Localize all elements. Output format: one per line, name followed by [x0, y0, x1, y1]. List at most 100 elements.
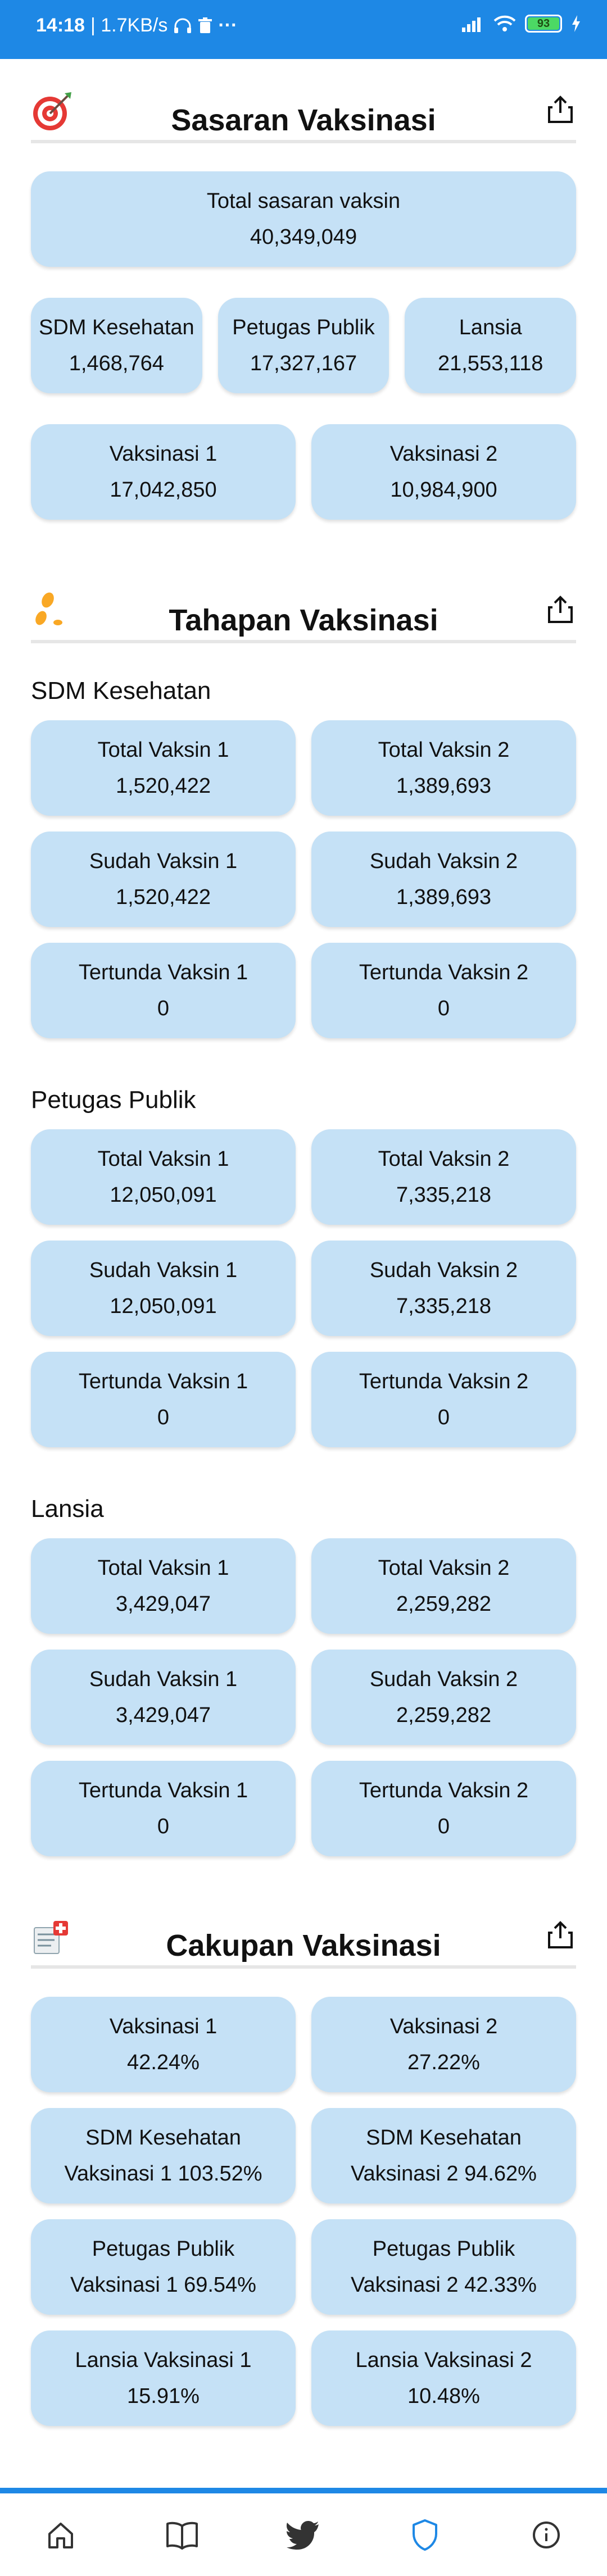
main-content: Sasaran Vaksinasi Total sasaran vaksin 4…: [0, 59, 607, 2426]
nav-twitter[interactable]: [275, 2507, 332, 2563]
card-label: Vaksinasi 1: [109, 2015, 218, 2038]
card-label: Sudah Vaksin 2: [369, 1668, 518, 1691]
tahapan-card: Total Vaksin 2 2,259,282: [311, 1538, 576, 1634]
card-value: 17,327,167: [250, 352, 357, 375]
sasaran-card: Lansia 21,553,118: [405, 298, 577, 393]
card-label: Total Vaksin 1: [97, 1556, 229, 1580]
card-label: Vaksinasi 1: [109, 442, 218, 466]
sasaran-card: Petugas Publik 17,327,167: [218, 298, 389, 393]
card-label: Tertunda Vaksin 2: [359, 1370, 529, 1393]
card-value: Vaksinasi 2 94.62%: [351, 2162, 537, 2186]
tahapan-card: Sudah Vaksin 2 2,259,282: [311, 1650, 576, 1745]
bottom-nav: [0, 2488, 607, 2576]
card-value: 0: [157, 1406, 170, 1429]
card-label: Tertunda Vaksin 1: [78, 961, 248, 984]
card-value: 2,259,282: [396, 1592, 492, 1616]
tahapan-card: Sudah Vaksin 1 12,050,091: [31, 1241, 296, 1336]
card-label: Tertunda Vaksin 1: [78, 1370, 248, 1393]
card-label: Petugas Publik: [92, 2237, 235, 2261]
card-label: Total Vaksin 1: [97, 1147, 229, 1171]
wifi-icon: [493, 15, 516, 31]
card-label: Total Vaksin 1: [97, 738, 229, 762]
status-right: 93: [462, 15, 581, 33]
tahapan-card: Tertunda Vaksin 1 0: [31, 1761, 296, 1856]
nav-shield[interactable]: [397, 2507, 453, 2563]
card-label: Total Vaksin 2: [378, 1556, 510, 1580]
status-bar: 14:18 | 1.7KB/s ··· 93: [0, 0, 607, 59]
section-header: Tahapan Vaksinasi: [31, 559, 576, 643]
cakupan-card: SDM Kesehatan Vaksinasi 2 94.62%: [311, 2108, 576, 2204]
card-value: 3,429,047: [115, 1592, 211, 1616]
card-label: Sudah Vaksin 1: [89, 1668, 238, 1691]
cakupan-card: Petugas Publik Vaksinasi 1 69.54%: [31, 2219, 296, 2315]
card-label: Lansia: [459, 316, 522, 339]
section-tahapan: Tahapan Vaksinasi SDM Kesehatan Total Va…: [0, 559, 607, 1856]
nav-info[interactable]: [518, 2507, 574, 2563]
card-value: 1,389,693: [396, 885, 492, 909]
tahapan-card: Tertunda Vaksin 2 0: [311, 1761, 576, 1856]
card-value: 7,335,218: [396, 1183, 492, 1207]
tahapan-card: Sudah Vaksin 1 3,429,047: [31, 1650, 296, 1745]
card-label: Lansia Vaksinasi 2: [355, 2348, 532, 2372]
share-icon[interactable]: [545, 94, 576, 125]
section-header: Cakupan Vaksinasi: [31, 1884, 576, 1969]
card-value: 10.48%: [407, 2384, 480, 2408]
section-title: Sasaran Vaksinasi: [171, 103, 436, 137]
card-value: 17,042,850: [110, 478, 217, 502]
status-left: 14:18 | 1.7KB/s ···: [36, 15, 237, 37]
card-value: 7,335,218: [396, 1294, 492, 1318]
card-value: 27.22%: [407, 2051, 480, 2074]
cakupan-card: Petugas Publik Vaksinasi 2 42.33%: [311, 2219, 576, 2315]
card-label: Tertunda Vaksin 2: [359, 1779, 529, 1802]
card-value: 21,553,118: [437, 352, 543, 375]
card-value: Vaksinasi 1 103.52%: [64, 2162, 262, 2186]
group-title: Lansia: [31, 1495, 104, 1523]
card-label: Tertunda Vaksin 2: [359, 961, 529, 984]
battery-level: 93: [537, 17, 550, 30]
share-icon[interactable]: [545, 1919, 576, 1951]
sasaran-card: Vaksinasi 1 17,042,850: [31, 424, 296, 520]
twitter-icon: [287, 2520, 319, 2550]
status-time: 14:18: [36, 15, 85, 36]
section-sasaran: Sasaran Vaksinasi Total sasaran vaksin 4…: [0, 59, 607, 520]
signal-icon: [462, 17, 481, 32]
book-icon: [166, 2522, 198, 2550]
card-value: 42.24%: [127, 2051, 200, 2074]
tahapan-card: Sudah Vaksin 2 1,389,693: [311, 832, 576, 927]
charging-icon: [572, 15, 580, 32]
card-label: Sudah Vaksin 1: [89, 1259, 238, 1282]
card-value: 2,259,282: [396, 1703, 492, 1727]
card-value: 12,050,091: [110, 1294, 217, 1318]
home-icon: [48, 2522, 73, 2548]
tahapan-card: Tertunda Vaksin 2 0: [311, 1352, 576, 1447]
tahapan-card: Tertunda Vaksin 2 0: [311, 943, 576, 1038]
status-speed: | 1.7KB/s: [90, 15, 168, 36]
section-title: Cakupan Vaksinasi: [166, 1929, 441, 1962]
tahapan-card: Sudah Vaksin 1 1,520,422: [31, 832, 296, 927]
card-label: SDM Kesehatan: [366, 2126, 522, 2150]
cakupan-card: Lansia Vaksinasi 2 10.48%: [311, 2330, 576, 2426]
status-more: ···: [218, 15, 238, 36]
shield-icon: [413, 2519, 437, 2551]
card-value: 0: [437, 997, 450, 1020]
total-sasaran-card: Total sasaran vaksin 40,349,049: [31, 171, 576, 267]
tahapan-card: Total Vaksin 1 3,429,047: [31, 1538, 296, 1634]
card-value: 1,468,764: [69, 352, 164, 375]
tahapan-card: Total Vaksin 2 7,335,218: [311, 1129, 576, 1225]
card-label: Lansia Vaksinasi 1: [75, 2348, 252, 2372]
cakupan-card: Vaksinasi 1 42.24%: [31, 1997, 296, 2092]
group-title: SDM Kesehatan: [31, 677, 211, 705]
tahapan-card: Total Vaksin 2 1,389,693: [311, 720, 576, 816]
card-label: Total Vaksin 2: [378, 738, 510, 762]
share-icon[interactable]: [545, 594, 576, 625]
battery-icon: 93: [525, 15, 562, 33]
nav-book[interactable]: [154, 2507, 210, 2563]
headphones-icon: [174, 18, 192, 33]
sasaran-card: Vaksinasi 2 10,984,900: [311, 424, 576, 520]
nav-home[interactable]: [33, 2507, 89, 2563]
card-value: 1,520,422: [115, 885, 211, 909]
trash-icon: [198, 17, 212, 33]
tahapan-card: Total Vaksin 1 1,520,422: [31, 720, 296, 816]
card-value: Vaksinasi 1 69.54%: [70, 2273, 256, 2297]
card-value: 0: [437, 1815, 450, 1838]
